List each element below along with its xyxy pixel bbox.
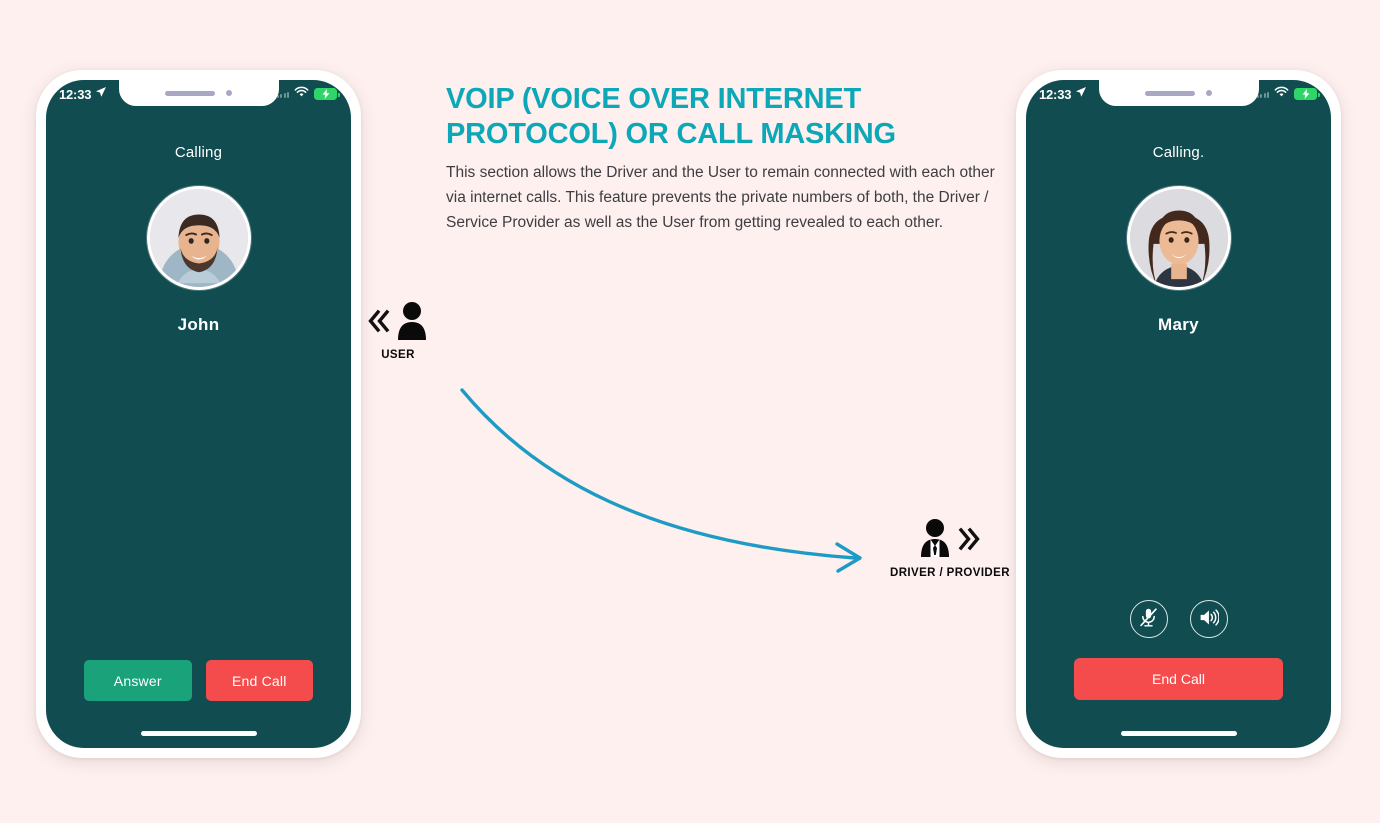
speaker-button[interactable] bbox=[1189, 600, 1228, 638]
avatar-john bbox=[146, 186, 251, 290]
status-bar-right-group bbox=[276, 85, 340, 103]
person-icon bbox=[396, 300, 428, 347]
status-time: 12:33 bbox=[1039, 86, 1072, 102]
phone-mockup-driver: 12:33 Calling. Mary End Call bbox=[1016, 70, 1341, 758]
speaker-loud-icon bbox=[1198, 607, 1220, 631]
caller-name-left: John bbox=[177, 315, 220, 334]
battery-charging-icon bbox=[1294, 88, 1320, 100]
end-call-button[interactable]: End Call bbox=[205, 660, 313, 701]
status-bar-right-group bbox=[1256, 85, 1320, 103]
phone-mockup-user: 12:33 Calling John Answer End Call bbox=[36, 70, 361, 758]
phone-screen-left: 12:33 Calling John Answer End Call bbox=[46, 80, 351, 748]
call-status-text-left: Calling bbox=[174, 144, 223, 161]
description-block: VOIP (VOICE OVER INTERNET PROTOCOL) OR C… bbox=[446, 82, 998, 235]
phone-notch-right bbox=[1098, 80, 1259, 106]
microphone-muted-icon bbox=[1138, 607, 1159, 631]
section-paragraph: This section allows the Driver and the U… bbox=[446, 163, 995, 231]
call-status-text-right: Calling. bbox=[1152, 144, 1205, 161]
phone-notch-left bbox=[118, 80, 279, 106]
home-indicator-right[interactable] bbox=[1120, 731, 1237, 736]
signal-dots-icon bbox=[276, 90, 289, 98]
status-bar-left-group: 12:33 bbox=[59, 85, 107, 103]
actor-driver: DRIVER / PROVIDER bbox=[890, 518, 1010, 579]
actor-driver-label: DRIVER / PROVIDER bbox=[890, 567, 1010, 579]
location-arrow-icon bbox=[95, 85, 107, 103]
avatar-mary bbox=[1126, 186, 1231, 290]
earpiece-speaker bbox=[165, 90, 215, 96]
home-indicator-left[interactable] bbox=[140, 731, 257, 736]
page-root: 12:33 Calling John Answer End Call VOIP … bbox=[0, 0, 1380, 823]
earpiece-speaker bbox=[1145, 90, 1195, 96]
location-arrow-icon bbox=[1075, 85, 1087, 103]
page-title: VOIP (VOICE OVER INTERNET PROTOCOL) OR C… bbox=[446, 83, 896, 151]
business-person-icon bbox=[919, 518, 951, 565]
front-camera bbox=[1206, 90, 1212, 96]
call-action-row: Answer End Call bbox=[84, 660, 313, 701]
wifi-icon bbox=[1274, 85, 1289, 103]
actor-user-label: USER bbox=[381, 349, 415, 361]
actor-user: USER bbox=[368, 300, 428, 361]
battery-charging-icon bbox=[314, 88, 340, 100]
wifi-icon bbox=[294, 85, 309, 103]
mute-microphone-button[interactable] bbox=[1129, 600, 1168, 638]
status-time: 12:33 bbox=[59, 86, 92, 102]
connection-arrow bbox=[460, 388, 862, 573]
front-camera bbox=[226, 90, 232, 96]
chevron-double-right-icon bbox=[958, 526, 981, 557]
end-call-button[interactable]: End Call bbox=[1074, 658, 1283, 700]
phone-screen-right: 12:33 Calling. Mary End Call bbox=[1026, 80, 1331, 748]
answer-button[interactable]: Answer bbox=[84, 660, 192, 701]
call-controls-row bbox=[1026, 600, 1331, 638]
signal-dots-icon bbox=[1256, 90, 1269, 98]
caller-name-right: Mary bbox=[1158, 315, 1199, 334]
status-bar-left-group: 12:33 bbox=[1039, 85, 1087, 103]
chevron-double-left-icon bbox=[368, 308, 390, 339]
